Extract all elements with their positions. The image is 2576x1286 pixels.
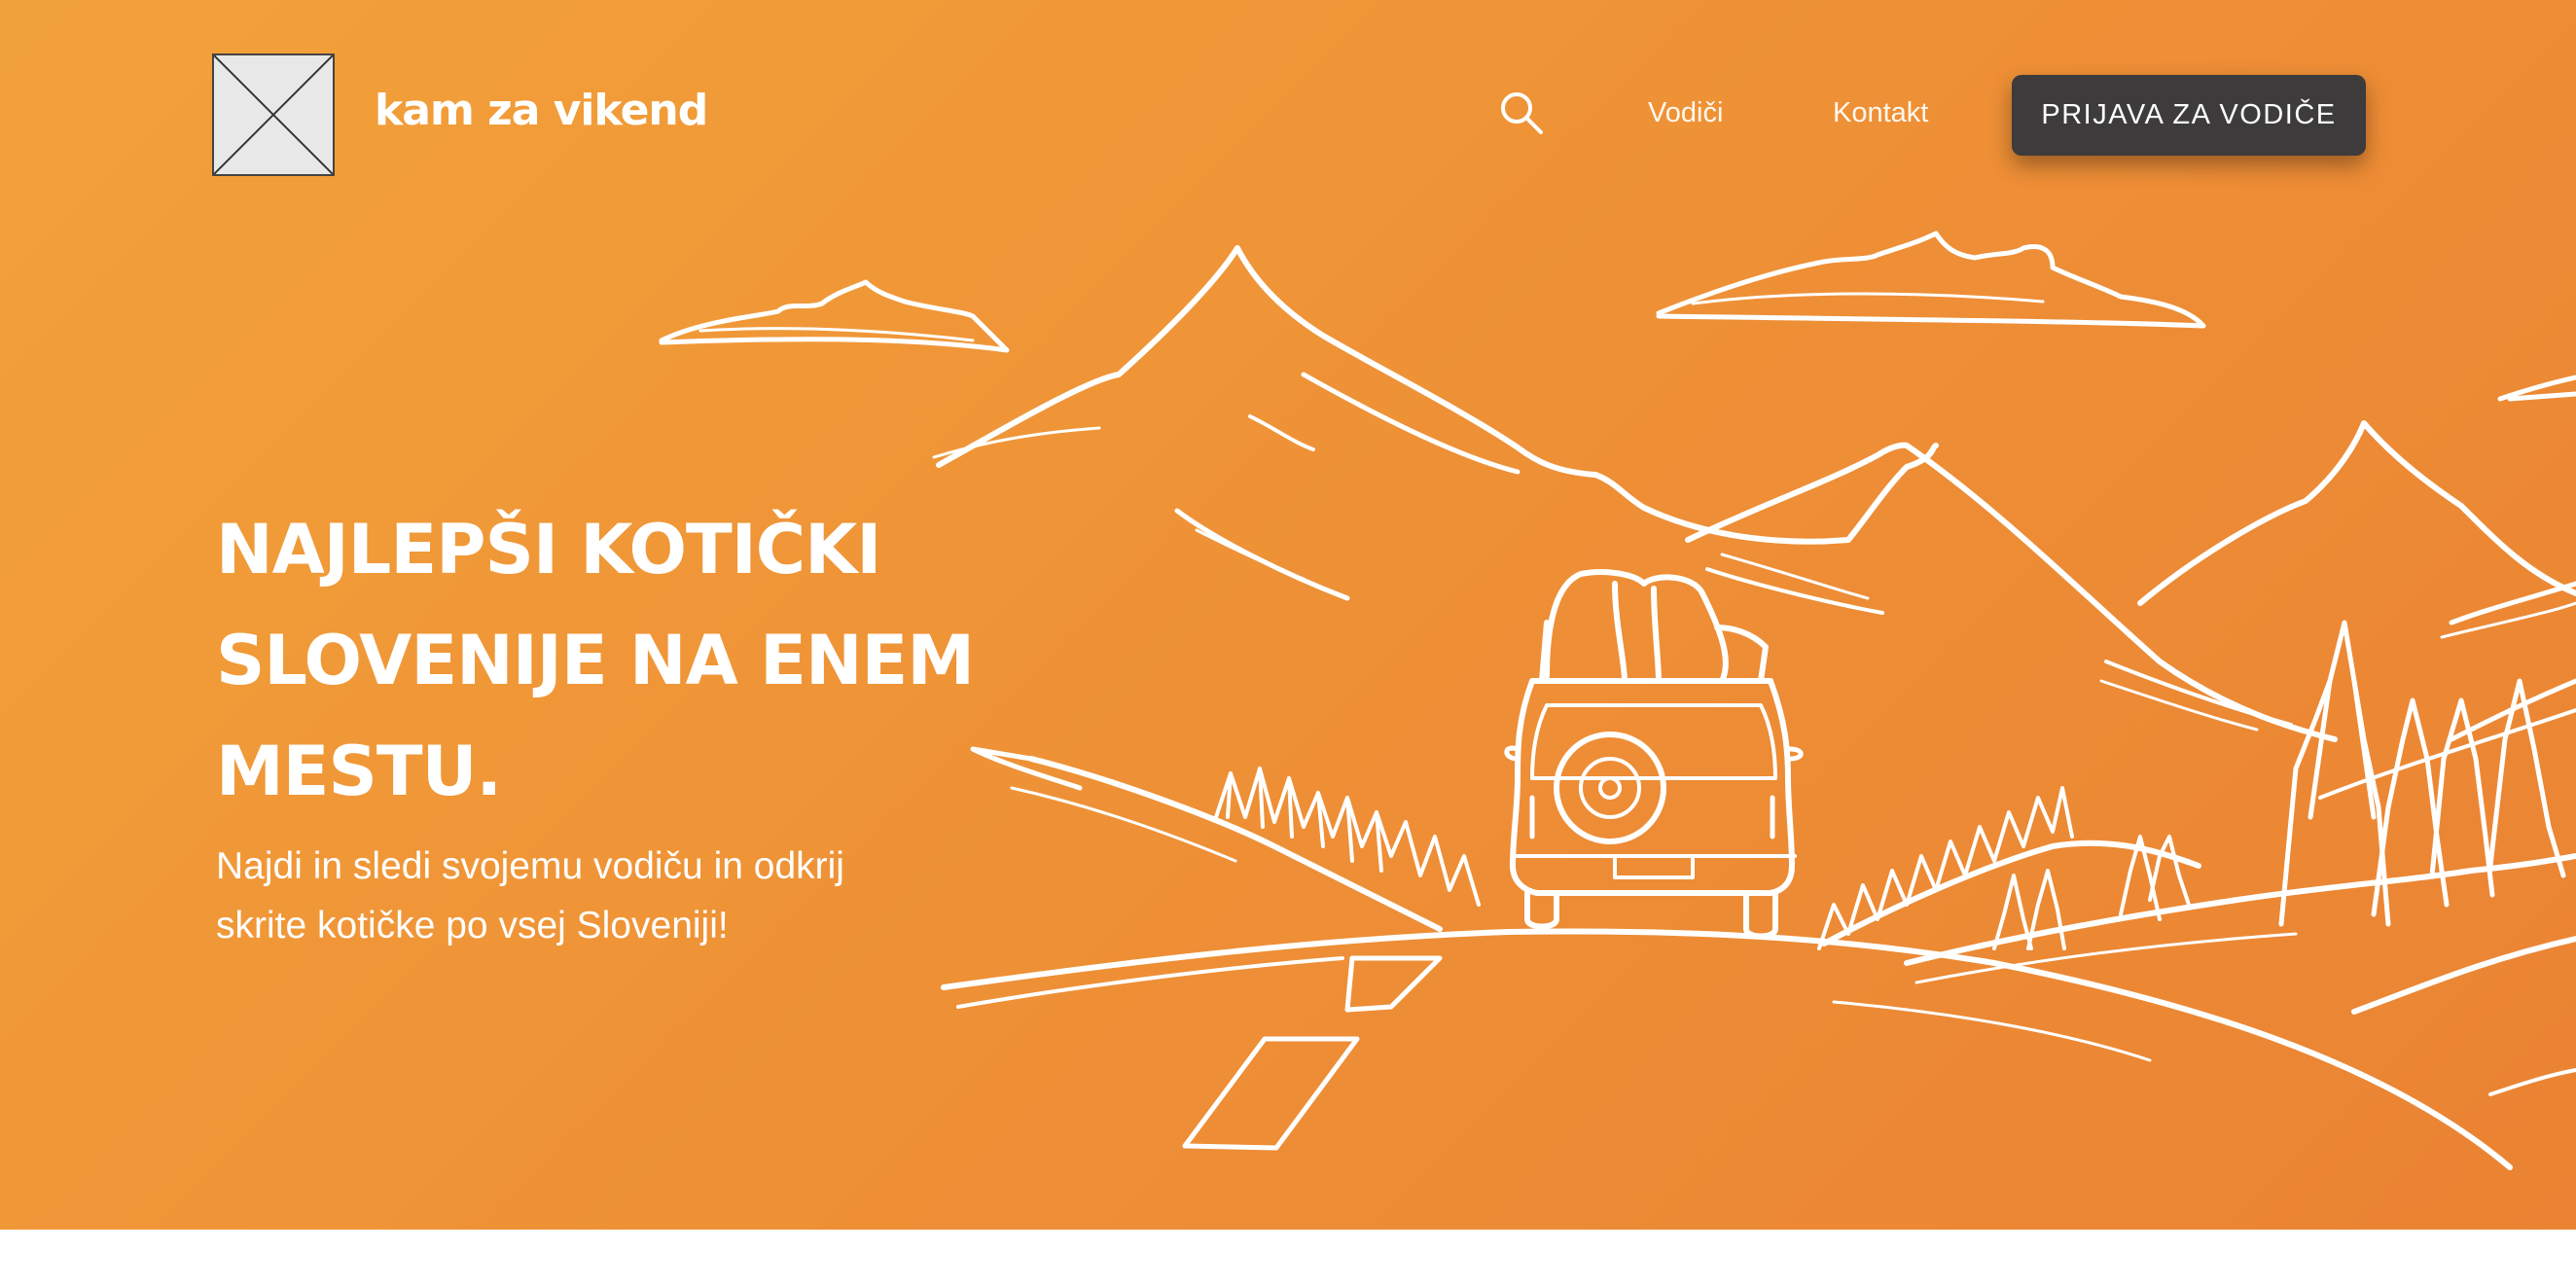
hero-subtext-line: skrite kotičke po vsej Sloveniji! bbox=[216, 905, 729, 947]
mountains bbox=[932, 245, 2576, 742]
hero-subtext-line: Najdi in sledi svojemu vodiču in odkrij bbox=[216, 845, 844, 887]
cloud-far-right bbox=[2497, 375, 2576, 402]
cloud-left bbox=[659, 279, 1010, 353]
next-section-edge bbox=[0, 1230, 2576, 1286]
search-icon[interactable] bbox=[1498, 89, 1547, 138]
cloud-right bbox=[1656, 231, 2206, 329]
nav-link-vodici[interactable]: Vodiči bbox=[1648, 97, 1723, 129]
placeholder-image-icon bbox=[214, 55, 333, 174]
hero-headline-line: SLOVENIJE NA ENEM bbox=[216, 621, 975, 700]
car bbox=[1504, 569, 1804, 940]
brand-name[interactable]: kam za vikend bbox=[375, 86, 708, 135]
hero-headline-line: MESTU. bbox=[216, 732, 502, 811]
hero-headline: NAJLEPŠI KOTIČKI SLOVENIJE NA ENEM MESTU… bbox=[216, 494, 1091, 827]
hero-headline-line: NAJLEPŠI KOTIČKI bbox=[216, 510, 881, 589]
hero-subtext: Najdi in sledi svojemu vodiču in odkrij … bbox=[216, 837, 994, 955]
road-ground bbox=[941, 746, 2513, 1170]
guide-signup-button[interactable]: PRIJAVA ZA VODIČE bbox=[2012, 75, 2366, 156]
road-dashes bbox=[1182, 955, 1443, 1151]
hero-section: kam za vikend Vodiči Kontakt PRIJAVA ZA … bbox=[0, 0, 2576, 1230]
nav-link-kontakt[interactable]: Kontakt bbox=[1833, 97, 1928, 129]
pine-trees-middle bbox=[1817, 786, 2191, 950]
logo-placeholder[interactable] bbox=[212, 54, 335, 176]
